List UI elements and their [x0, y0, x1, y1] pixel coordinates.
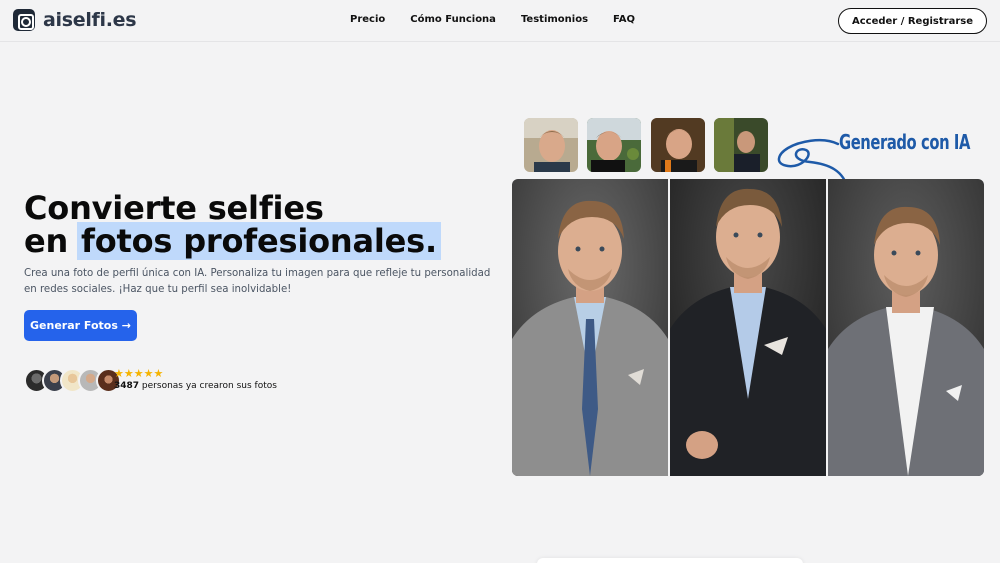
user-avatars — [24, 368, 121, 393]
camera-logo-icon — [13, 9, 35, 31]
hero-title-highlight: fotos profesionales. — [77, 222, 441, 260]
section-card — [537, 558, 803, 563]
brand-name: aiselfi.es — [43, 9, 137, 31]
generated-portrait — [670, 179, 826, 476]
nav-item-precio[interactable]: Precio — [350, 14, 385, 25]
selfie-thumbnail — [587, 118, 641, 172]
nav-item-testimonios[interactable]: Testimonios — [521, 14, 588, 25]
selfie-thumbnail — [651, 118, 705, 172]
hero-description: Crea una foto de perfil única con IA. Pe… — [24, 268, 491, 295]
hero-title: Convierte selfies en fotos profesionales… — [24, 192, 441, 260]
nav-item-como-funciona[interactable]: Cómo Funciona — [410, 14, 496, 25]
site-header: aiselfi.es Precio Cómo Funciona Testimon… — [0, 0, 1000, 42]
selfie-thumbnail — [714, 118, 768, 172]
generated-portrait — [828, 179, 984, 476]
nav-item-faq[interactable]: FAQ — [613, 14, 635, 25]
brand-logo[interactable]: aiselfi.es — [13, 9, 137, 31]
hero-title-prefix: en — [24, 222, 80, 260]
generated-portrait — [512, 179, 668, 476]
login-button[interactable]: Acceder / Registrarse — [838, 8, 987, 34]
selfie-thumbnail — [524, 118, 578, 172]
users-text: personas ya crearon sus fotos — [139, 381, 277, 391]
rating-stars-icon: ★★★★★ — [114, 367, 164, 380]
social-proof: 3487 personas ya crearon sus fotos — [114, 381, 277, 391]
users-count: 3487 — [114, 381, 140, 391]
generate-photos-button[interactable]: Generar Fotos → — [24, 310, 137, 341]
main-nav: Precio Cómo Funciona Testimonios FAQ — [350, 14, 660, 25]
